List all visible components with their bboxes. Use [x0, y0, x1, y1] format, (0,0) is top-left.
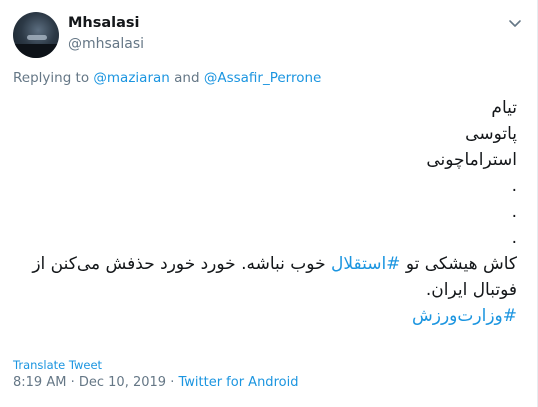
avatar[interactable] [13, 12, 59, 58]
replying-joiner: and [174, 70, 200, 86]
tweet-time[interactable]: 8:19 AM [13, 375, 66, 390]
reply-user-link-1[interactable]: @maziaran [93, 70, 169, 86]
hashtag-link[interactable]: #استقلال [331, 254, 400, 274]
translate-tweet-link[interactable]: Translate Tweet [13, 358, 102, 372]
avatar-highlight [27, 35, 47, 40]
avatar-ground [13, 44, 59, 58]
display-name[interactable]: Mhsalasi [68, 15, 140, 31]
tweet-metadata: 8:19 AM · Dec 10, 2019 · Twitter for And… [13, 375, 298, 390]
meta-separator: · [70, 375, 75, 390]
chevron-down-icon[interactable] [506, 14, 524, 32]
text-paragraph: کاش هیشکی تو #استقلال خوب نباشه. خورد خو… [13, 251, 517, 303]
replying-to: Replying to @maziaran and @Assafir_Perro… [13, 70, 321, 86]
text-line: تیام [491, 98, 517, 118]
replying-prefix: Replying to [13, 70, 90, 86]
text-segment: کاش هیشکی تو [400, 254, 517, 274]
source-client-link[interactable]: Twitter for Android [178, 375, 298, 390]
tweet-text: تیام پاتوسی استراماچونی . . . کاش هیشکی … [13, 95, 517, 329]
text-line: . [511, 228, 517, 248]
meta-separator: · [170, 375, 175, 390]
reply-user-link-2[interactable]: @Assafir_Perrone [204, 70, 322, 86]
user-handle[interactable]: @mhsalasi [68, 36, 144, 52]
tweet-date[interactable]: Dec 10, 2019 [79, 375, 166, 390]
text-line: استراماچونی [426, 150, 517, 170]
text-line: . [511, 176, 517, 196]
hashtag-link[interactable]: #وزارت‌ورزش [13, 303, 517, 329]
text-line: . [511, 202, 517, 222]
tweet-card: Mhsalasi @mhsalasi Replying to @maziaran… [0, 0, 538, 407]
text-line: پاتوسی [465, 124, 517, 144]
